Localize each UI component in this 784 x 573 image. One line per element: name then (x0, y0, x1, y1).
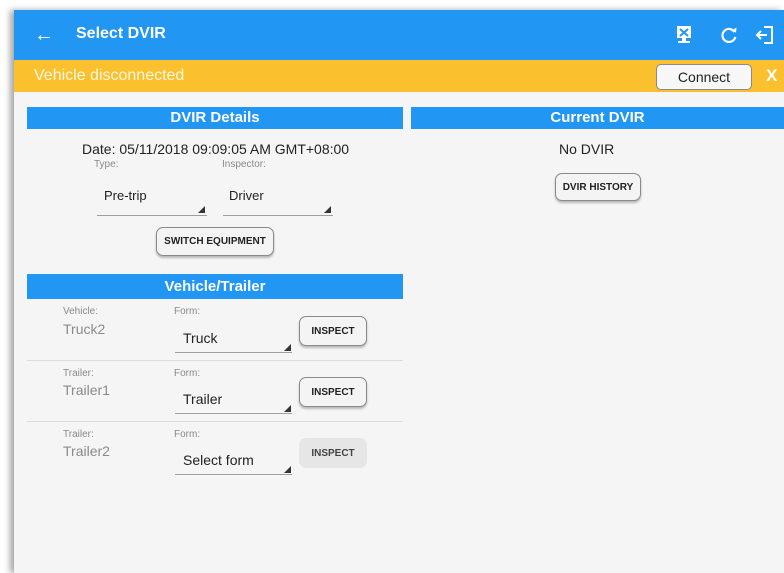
page-title: Select DVIR (76, 25, 166, 42)
form-underline (175, 413, 292, 414)
inspector-label: Inspector: (222, 159, 266, 170)
refresh-icon[interactable] (716, 22, 742, 48)
sync-device-icon[interactable] (671, 22, 697, 48)
dropdown-arrow-icon (198, 206, 205, 213)
dropdown-arrow-icon (324, 206, 331, 213)
type-underline (97, 215, 207, 216)
inspector-value: Driver (229, 188, 264, 203)
inspect-button[interactable]: INSPECT (299, 316, 367, 346)
trailer-label: Trailer: (63, 429, 94, 440)
current-dvir-header: Current DVIR (411, 107, 784, 129)
vehicle-name: Truck2 (63, 321, 106, 337)
arrow-left-icon[interactable]: ← (34, 23, 54, 47)
form-label: Form: (174, 429, 201, 440)
form-underline (175, 474, 292, 475)
form-value: Truck (183, 330, 218, 346)
trailer-label: Trailer: (63, 368, 94, 379)
vehicle-label: Vehicle: (63, 306, 99, 317)
trailer-name: Trailer1 (63, 382, 110, 398)
dropdown-arrow-icon (284, 344, 291, 351)
form-value: Trailer (183, 391, 223, 407)
form-underline (175, 352, 292, 353)
row-divider (27, 421, 403, 422)
dvir-history-button[interactable]: DVIR HISTORY (555, 173, 641, 201)
inspector-underline (223, 215, 333, 216)
vehicle-status-banner: Vehicle disconnected Connect X (14, 60, 784, 92)
dvir-details-header: DVIR Details (27, 107, 403, 129)
app-bar: ← Select DVIR (14, 10, 784, 60)
trailer-name: Trailer2 (63, 443, 110, 459)
row-divider (27, 360, 403, 361)
form-label: Form: (174, 306, 201, 317)
close-banner-button[interactable]: X (766, 66, 777, 86)
dropdown-arrow-icon (284, 466, 291, 473)
app-window: ← Select DVIR Vehicle disconnected Conne… (14, 10, 784, 573)
dvir-date: Date: 05/11/2018 09:09:05 AM GMT+08:00 (82, 141, 350, 157)
type-label: Type: (94, 159, 119, 170)
form-value: Select form (183, 452, 254, 468)
inspect-button[interactable]: INSPECT (299, 438, 367, 468)
banner-message: Vehicle disconnected (34, 67, 185, 84)
type-value: Pre-trip (104, 188, 147, 203)
current-dvir-status: No DVIR (559, 141, 615, 157)
connect-button[interactable]: Connect (656, 64, 752, 90)
vehicle-trailer-header: Vehicle/Trailer (27, 274, 403, 299)
logout-icon[interactable] (752, 22, 778, 48)
switch-equipment-button[interactable]: SWITCH EQUIPMENT (156, 227, 274, 256)
form-label: Form: (174, 368, 201, 379)
inspect-button[interactable]: INSPECT (299, 377, 367, 407)
dropdown-arrow-icon (284, 405, 291, 412)
